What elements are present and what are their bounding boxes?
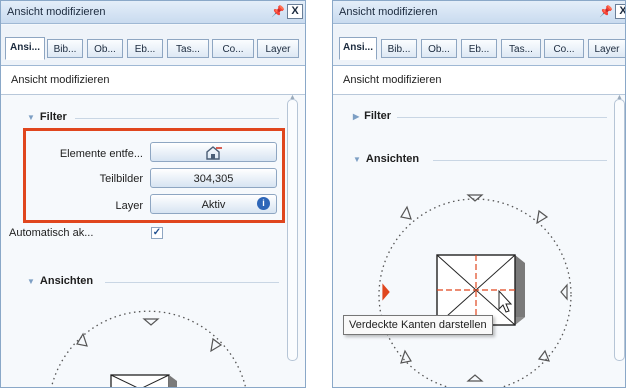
pin-icon[interactable]: 📌 <box>599 5 613 18</box>
tab-connect[interactable]: Co... <box>212 39 254 58</box>
tab-ansicht[interactable]: Ansi... <box>5 37 45 60</box>
close-button[interactable]: X <box>615 4 625 19</box>
tab-ebenen[interactable]: Eb... <box>461 39 497 58</box>
right-panel-title: Ansicht modifizieren <box>339 6 438 18</box>
filter-heading: Filter <box>39 111 67 123</box>
view-navigator[interactable] <box>41 310 261 388</box>
ansichten-section-header[interactable]: ▼ Ansichten <box>353 153 419 165</box>
left-tab-strip: Ansi... Bib... Ob... Eb... Tas... Co... … <box>1 25 305 66</box>
tooltip: Verdeckte Kanten darstellen <box>343 315 493 335</box>
left-title-bar: Ansicht modifizieren 📌 X <box>1 1 305 24</box>
ansichten-divider <box>433 160 607 161</box>
tab-connect[interactable]: Co... <box>544 39 584 58</box>
filter-section-header[interactable]: ▶ Filter <box>353 110 391 122</box>
right-title-bar: Ansicht modifizieren 📌 X <box>333 1 625 24</box>
view-navigator[interactable] <box>353 189 593 388</box>
tab-layer[interactable]: Layer <box>257 39 299 58</box>
ansichten-section-header[interactable]: ▼ Ansichten <box>27 275 93 287</box>
right-panel: Ansicht modifizieren 📌 X Ansi... Bib... … <box>332 0 626 388</box>
automatisch-checkbox[interactable]: ✓ <box>151 227 163 239</box>
collapse-arrow-icon: ▼ <box>353 155 361 164</box>
tab-tasten[interactable]: Tas... <box>167 39 209 58</box>
collapse-arrow-icon: ▼ <box>27 113 35 122</box>
left-panel: Ansicht modifizieren 📌 X Ansi... Bib... … <box>0 0 306 388</box>
tab-objekte[interactable]: Ob... <box>421 39 457 58</box>
left-subheading-bar: Ansicht modifizieren <box>1 66 305 95</box>
filter-divider <box>397 117 607 118</box>
close-button[interactable]: X <box>287 4 303 19</box>
filter-section-header[interactable]: ▼ Filter <box>27 111 67 123</box>
automatisch-label: Automatisch ak... <box>9 227 94 239</box>
right-filter-heading: Filter <box>364 110 392 122</box>
highlight-frame <box>23 128 285 223</box>
left-panel-title: Ansicht modifizieren <box>7 6 106 18</box>
tab-ebenen[interactable]: Eb... <box>127 39 163 58</box>
right-ansichten-heading: Ansichten <box>365 153 420 165</box>
pin-icon[interactable]: 📌 <box>271 5 285 18</box>
right-subheading-bar: Ansicht modifizieren <box>333 66 625 95</box>
ansichten-divider <box>105 282 279 283</box>
left-scrollbar[interactable] <box>287 99 298 361</box>
tab-objekte[interactable]: Ob... <box>87 39 123 58</box>
right-scrollbar[interactable] <box>614 99 625 361</box>
expand-arrow-icon: ▶ <box>353 112 360 121</box>
left-subheading: Ansicht modifizieren <box>11 74 110 86</box>
right-tab-strip: Ansi... Bib... Ob... Eb... Tas... Co... … <box>333 25 625 66</box>
tab-bibliothek[interactable]: Bib... <box>47 39 83 58</box>
tab-bibliothek[interactable]: Bib... <box>381 39 417 58</box>
tab-tasten[interactable]: Tas... <box>501 39 541 58</box>
right-subheading: Ansicht modifizieren <box>343 74 442 86</box>
filter-divider <box>75 118 279 119</box>
collapse-arrow-icon: ▼ <box>27 277 35 286</box>
left-ansichten-heading: Ansichten <box>39 275 94 287</box>
tab-layer[interactable]: Layer <box>588 39 625 58</box>
tab-ansicht[interactable]: Ansi... <box>339 37 377 60</box>
